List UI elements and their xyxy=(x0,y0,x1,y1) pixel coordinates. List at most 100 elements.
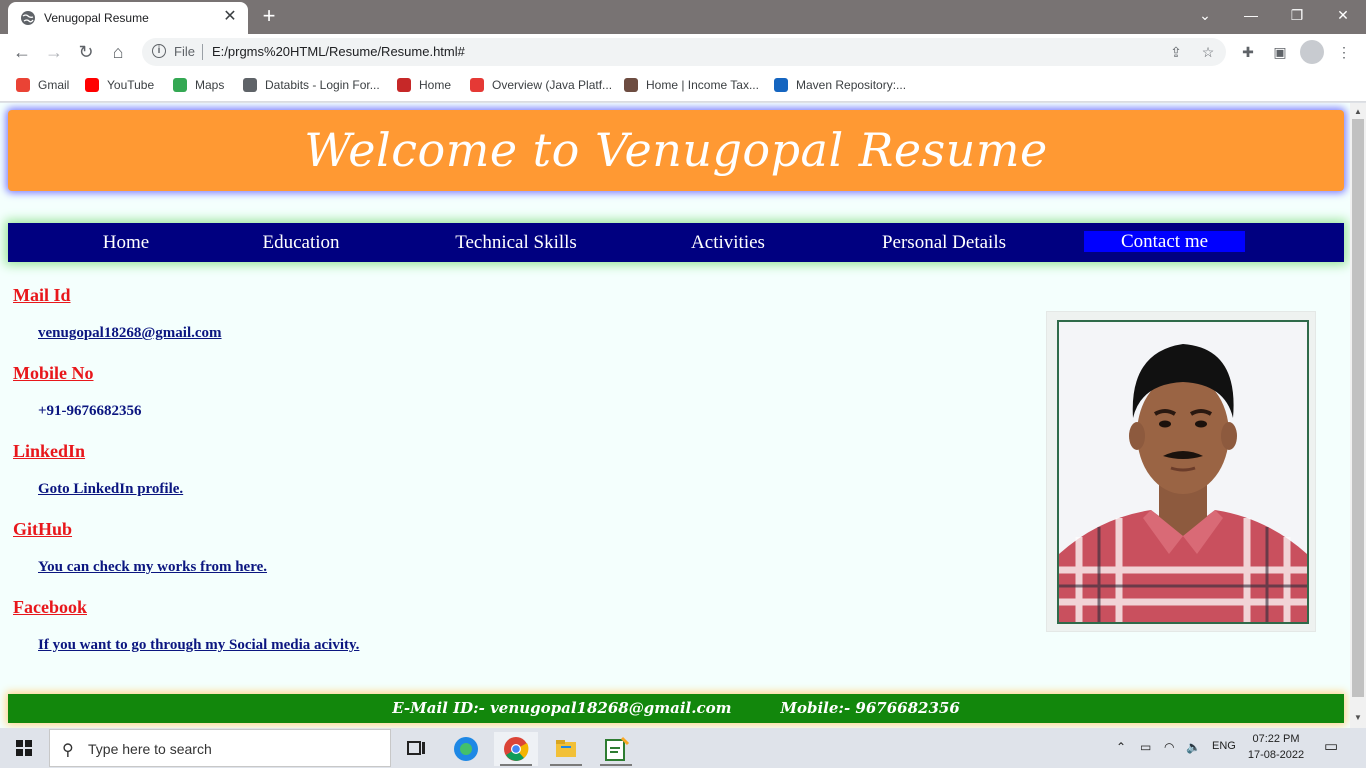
battery-icon[interactable]: ▭ xyxy=(1140,740,1151,754)
maps-icon xyxy=(173,78,187,92)
bookmark-income-tax[interactable]: Home | Income Tax... xyxy=(624,77,759,95)
nav-contact-me[interactable]: Contact me xyxy=(1084,231,1245,252)
windows-taskbar: ⚲ Type here to search ⌃ ▭ ◠ 🔈 ENG 07:22 … xyxy=(0,728,1366,768)
mobile-value: +91-9676682356 xyxy=(38,403,142,419)
start-button[interactable] xyxy=(0,728,48,768)
chrome-icon[interactable] xyxy=(494,732,538,766)
back-icon[interactable]: ← xyxy=(8,38,36,66)
bookmark-star-icon[interactable]: ☆ xyxy=(1200,44,1216,60)
bookmark-maven[interactable]: Maven Repository:... xyxy=(774,77,906,95)
tab-search-icon[interactable]: ⌄ xyxy=(1182,0,1228,30)
home-icon[interactable]: ⌂ xyxy=(104,38,132,66)
taskbar-search[interactable]: ⚲ Type here to search xyxy=(49,729,391,767)
system-clock[interactable]: 07:22 PM 17-08-2022 xyxy=(1240,731,1312,763)
extensions-icon[interactable]: ✚ xyxy=(1238,42,1258,62)
volume-icon[interactable]: 🔈 xyxy=(1186,740,1201,754)
emblem-icon xyxy=(624,78,638,92)
tab-close-icon[interactable]: ✕ xyxy=(220,7,240,27)
bookmark-gmail[interactable]: Gmail xyxy=(16,77,69,95)
browser-toolbar: ← → ↻ ⌂ i File E:/prgms%20HTML/Resume/Re… xyxy=(0,34,1366,70)
bookmark-maps[interactable]: Maps xyxy=(173,77,224,95)
bookmark-label: Home xyxy=(419,78,452,92)
info-icon[interactable]: i xyxy=(152,44,166,58)
scroll-up-icon[interactable]: ▲ xyxy=(1354,107,1362,116)
github-link[interactable]: You can check my works from here. xyxy=(38,559,267,576)
scheme-label: File xyxy=(174,44,195,59)
share-icon[interactable]: ⇪ xyxy=(1168,44,1184,60)
active-indicator xyxy=(600,764,632,766)
restore-icon[interactable]: ❐ xyxy=(1274,0,1320,30)
reload-icon[interactable]: ↻ xyxy=(72,38,100,66)
facebook-link[interactable]: If you want to go through my Social medi… xyxy=(38,637,359,654)
facebook-heading: Facebook xyxy=(13,597,87,617)
google-icon xyxy=(16,78,30,92)
edge-icon[interactable] xyxy=(444,732,488,766)
language-indicator[interactable]: ENG xyxy=(1212,740,1236,752)
vertical-scrollbar[interactable]: ▲ ▼ xyxy=(1350,103,1366,728)
bookmark-label: Gmail xyxy=(38,78,70,92)
chrome-glyph xyxy=(504,737,529,761)
bookmark-label: Databits - Login For... xyxy=(265,78,380,92)
wifi-icon[interactable]: ◠ xyxy=(1164,740,1174,754)
minimize-icon[interactable]: — xyxy=(1228,0,1274,30)
windows-logo-icon xyxy=(16,740,32,756)
active-indicator xyxy=(550,764,582,766)
nav-activities[interactable]: Activities xyxy=(678,223,778,262)
active-indicator xyxy=(500,764,532,766)
footer-mobile: Mobile:- 9676682356 xyxy=(780,699,960,717)
nav-menu: Home Education Technical Skills Activiti… xyxy=(8,223,1344,262)
search-icon: ⚲ xyxy=(62,742,74,759)
notepad-icon[interactable] xyxy=(594,732,638,766)
window-close-icon[interactable]: ✕ xyxy=(1320,0,1366,30)
scroll-thumb[interactable] xyxy=(1352,119,1364,697)
notifications-icon[interactable]: ▭ xyxy=(1324,737,1338,755)
page-viewport: Welcome to Venugopal Resume Home Educati… xyxy=(0,103,1350,728)
side-panel-icon[interactable]: ▣ xyxy=(1270,42,1290,62)
tray-chevron-icon[interactable]: ⌃ xyxy=(1116,740,1126,754)
task-view-glyph xyxy=(407,741,425,755)
github-heading: GitHub xyxy=(13,519,73,539)
linkedin-link[interactable]: Goto LinkedIn profile. xyxy=(38,481,183,498)
bookmark-java-overview[interactable]: Overview (Java Platf... xyxy=(470,77,612,95)
menu-kebab-icon[interactable]: ⋮ xyxy=(1334,42,1354,62)
globe-icon xyxy=(21,11,35,25)
clock-date: 17-08-2022 xyxy=(1247,749,1305,761)
forward-icon[interactable]: → xyxy=(40,38,68,66)
mail-link[interactable]: venugopal18268@gmail.com xyxy=(38,325,222,342)
bookmark-label: Maps xyxy=(195,78,225,92)
youtube-icon xyxy=(85,78,99,92)
file-explorer-icon[interactable] xyxy=(544,732,588,766)
nav-technical-skills[interactable]: Technical Skills xyxy=(438,223,594,262)
scroll-down-icon[interactable]: ▼ xyxy=(1354,713,1362,722)
photo-frame xyxy=(1057,320,1309,624)
omnibox-divider xyxy=(202,44,203,60)
profile-avatar[interactable] xyxy=(1300,40,1324,64)
active-tab[interactable]: Venugopal Resume ✕ xyxy=(8,2,248,34)
bookmark-label: Home | Income Tax... xyxy=(646,78,759,92)
folder-glyph xyxy=(556,740,576,757)
bookmark-databits[interactable]: Databits - Login For... xyxy=(243,77,380,95)
mobile-heading: Mobile No xyxy=(13,363,94,383)
footer-email: E-Mail ID:- venugopal18268@gmail.com xyxy=(392,699,732,717)
task-view-icon[interactable] xyxy=(394,732,438,766)
nav-personal-details[interactable]: Personal Details xyxy=(864,223,1024,262)
nav-home[interactable]: Home xyxy=(86,223,166,262)
bookmark-label: Overview (Java Platf... xyxy=(492,78,613,92)
bookmarks-bar: Gmail YouTube Maps Databits - Login For.… xyxy=(0,70,1366,102)
url-text[interactable]: E:/prgms%20HTML/Resume/Resume.html# xyxy=(212,44,465,59)
page-title: Welcome to Venugopal Resume xyxy=(304,123,1048,177)
oracle-icon xyxy=(470,78,484,92)
new-tab-button[interactable]: + xyxy=(257,5,281,29)
tab-title: Venugopal Resume xyxy=(44,11,149,25)
linkedin-heading: LinkedIn xyxy=(13,441,86,461)
search-placeholder: Type here to search xyxy=(88,741,212,757)
home-site-icon xyxy=(397,78,411,92)
bookmark-youtube[interactable]: YouTube xyxy=(85,77,154,95)
maven-icon xyxy=(774,78,788,92)
address-bar[interactable]: i File E:/prgms%20HTML/Resume/Resume.htm… xyxy=(142,38,1226,66)
tab-strip: Venugopal Resume ✕ + ⌄ — ❐ ✕ xyxy=(0,0,1366,34)
bookmark-label: Maven Repository:... xyxy=(796,78,907,92)
clock-time: 07:22 PM xyxy=(1252,733,1300,745)
nav-education[interactable]: Education xyxy=(246,223,356,262)
bookmark-home[interactable]: Home xyxy=(397,77,451,95)
